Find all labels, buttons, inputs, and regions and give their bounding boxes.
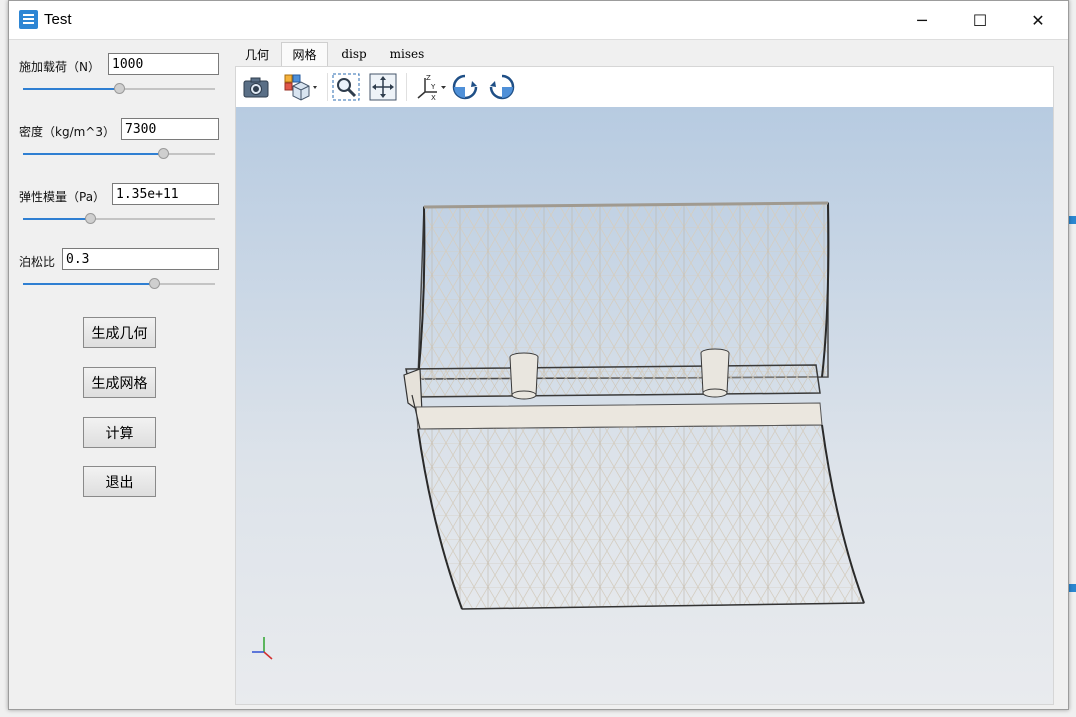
load-slider[interactable] xyxy=(23,81,215,97)
load-input[interactable]: 1000 xyxy=(108,53,219,75)
toolbar-separator xyxy=(406,73,407,101)
close-button[interactable]: ✕ xyxy=(1009,1,1067,39)
generate-geometry-button[interactable]: 生成几何 xyxy=(83,317,156,348)
mesh-model xyxy=(252,201,865,660)
poisson-input[interactable]: 0.3 xyxy=(62,248,219,270)
tab-geometry[interactable]: 几何 xyxy=(237,42,277,66)
background-accent-mark xyxy=(1068,216,1076,224)
axis-triad xyxy=(252,637,273,660)
background-accent-mark xyxy=(1068,584,1076,592)
maximize-icon: ☐ xyxy=(972,10,988,30)
maximize-button[interactable]: ☐ xyxy=(951,1,1009,39)
background-left-strip xyxy=(0,0,8,717)
minimize-button[interactable]: ─ xyxy=(893,1,951,39)
axes-dropdown-icon[interactable]: Z Y X xyxy=(413,72,449,102)
rotate-left-icon[interactable] xyxy=(450,72,480,102)
tab-mesh[interactable]: 网格 xyxy=(281,42,328,66)
camera-icon[interactable] xyxy=(241,72,271,102)
window-title: Test xyxy=(44,11,72,28)
generate-mesh-button[interactable]: 生成网格 xyxy=(83,367,156,398)
modulus-label: 弹性模量（Pa） xyxy=(19,190,106,204)
exit-button[interactable]: 退出 xyxy=(83,466,156,497)
density-label: 密度（kg/m^3） xyxy=(19,125,115,139)
poisson-label: 泊松比 xyxy=(19,255,56,269)
poisson-slider[interactable] xyxy=(23,276,215,292)
slider-handle[interactable] xyxy=(148,278,160,289)
svg-text:Z: Z xyxy=(426,74,431,82)
rotate-right-icon[interactable] xyxy=(487,72,517,102)
svg-text:Y: Y xyxy=(430,83,436,91)
toolbar-separator xyxy=(327,73,328,101)
fit-all-icon[interactable] xyxy=(368,72,398,102)
modulus-input[interactable]: 1.35e+11 xyxy=(112,183,219,205)
density-input[interactable]: 7300 xyxy=(121,118,219,140)
title-bar[interactable]: Test ─ ☐ ✕ xyxy=(9,1,1068,40)
mesh-scene[interactable] xyxy=(236,107,1053,704)
app-window: Test ─ ☐ ✕ 施加载荷（N） 1000 密度（kg/m^3） 7300 … xyxy=(8,0,1069,710)
view-cube-dropdown-icon[interactable] xyxy=(283,72,321,102)
slider-handle[interactable] xyxy=(114,83,125,94)
tab-mises[interactable]: mises xyxy=(382,42,432,66)
tab-disp[interactable]: disp xyxy=(332,42,376,66)
svg-text:X: X xyxy=(431,94,436,102)
viewer-toolbar: Z Y X xyxy=(236,67,1053,107)
modulus-slider[interactable] xyxy=(23,211,215,227)
close-icon: ✕ xyxy=(1031,10,1045,30)
3d-viewer[interactable]: Z Y X xyxy=(235,66,1054,705)
slider-handle[interactable] xyxy=(85,213,97,224)
slider-handle[interactable] xyxy=(158,148,170,159)
density-slider[interactable] xyxy=(23,146,215,162)
app-icon xyxy=(19,10,38,29)
parameter-panel: 施加载荷（N） 1000 密度（kg/m^3） 7300 弹性模量（Pa） 1.… xyxy=(9,40,231,709)
load-label: 施加载荷（N） xyxy=(19,60,100,74)
zoom-box-icon[interactable] xyxy=(331,72,361,102)
minimize-icon: ─ xyxy=(917,10,927,30)
compute-button[interactable]: 计算 xyxy=(83,417,156,448)
